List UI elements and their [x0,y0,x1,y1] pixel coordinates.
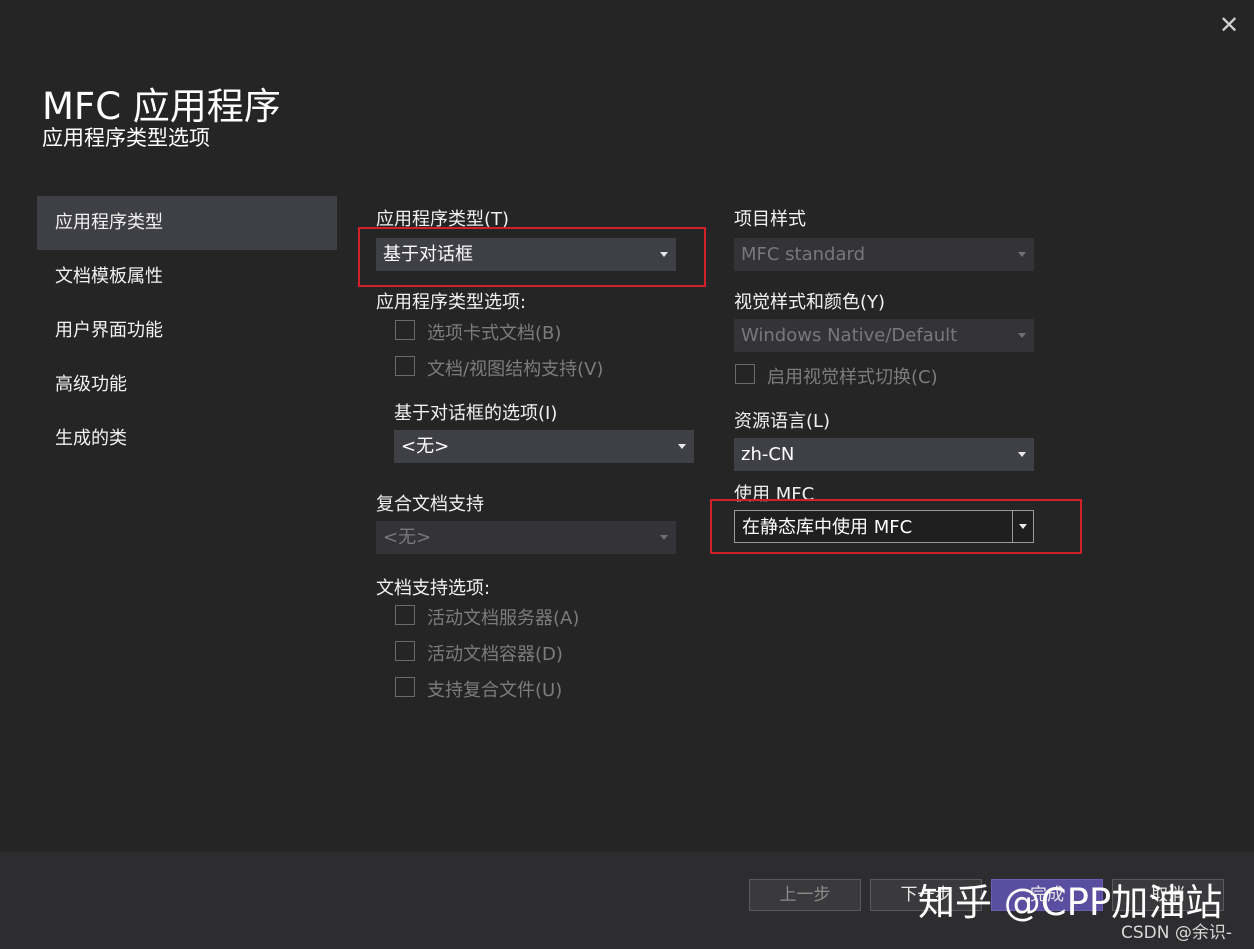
chevron-down-icon [1018,452,1026,457]
nav-item-doc-template[interactable]: 文档模板属性 [37,250,337,304]
chevron-down-icon [678,444,686,449]
chevron-down-icon [1018,333,1026,338]
nav-item-generated-classes[interactable]: 生成的类 [37,412,337,466]
checkbox-label: 活动文档容器(D) [427,644,563,665]
checkbox-label: 文档/视图结构支持(V) [427,359,604,380]
checkbox-box[interactable] [735,364,755,384]
checkbox-label: 启用视觉样式切换(C) [767,367,938,388]
chevron-down-icon [660,535,668,540]
resource-lang-label: 资源语言(L) [734,411,831,432]
compound-doc-value: <无> [383,527,432,548]
dialog-options-label: 基于对话框的选项(I) [394,403,558,424]
nav-item-app-type[interactable]: 应用程序类型 [37,196,337,250]
use-mfc-value: 在静态库中使用 MFC [742,517,913,538]
dialog-options-select[interactable]: <无> [394,430,694,463]
app-type-select[interactable]: 基于对话框 [376,238,676,271]
resource-lang-select[interactable]: zh-CN [734,438,1034,471]
doc-support-label: 文档支持选项: [376,578,491,599]
project-style-select: MFC standard [734,238,1034,271]
close-icon[interactable]: ✕ [1212,10,1246,40]
dialog-subtitle: 应用程序类型选项 [42,126,210,150]
chevron-down-icon [1018,252,1026,257]
chevron-down-icon [1019,524,1027,529]
dialog-options-value: <无> [401,436,450,457]
back-button[interactable]: 上一步 [749,879,861,911]
checkbox-label: 活动文档服务器(A) [427,608,580,629]
app-type-value: 基于对话框 [383,244,473,265]
resource-lang-value: zh-CN [741,444,795,465]
visual-style-select: Windows Native/Default [734,319,1034,352]
checkbox-box[interactable] [395,641,415,661]
checkbox-box[interactable] [395,605,415,625]
app-type-label: 应用程序类型(T) [376,209,510,230]
compound-doc-select: <无> [376,521,676,554]
checkbox-box[interactable] [395,356,415,376]
nav-item-advanced[interactable]: 高级功能 [37,358,337,412]
visual-style-label: 视觉样式和颜色(Y) [734,292,886,313]
app-type-options-label: 应用程序类型选项: [376,292,527,313]
use-mfc-label: 使用 MFC [734,484,815,505]
checkbox-box[interactable] [395,677,415,697]
chevron-down-icon [660,252,668,257]
visual-style-value: Windows Native/Default [741,325,958,346]
project-style-value: MFC standard [741,244,866,265]
checkbox-label: 支持复合文件(U) [427,680,563,701]
checkbox-box[interactable] [395,320,415,340]
credit-text: CSDN @余识- [1121,923,1233,943]
project-style-label: 项目样式 [734,209,806,230]
use-mfc-select[interactable]: 在静态库中使用 MFC [734,510,1034,543]
nav-item-ui-features[interactable]: 用户界面功能 [37,304,337,358]
compound-doc-label: 复合文档支持 [376,494,484,515]
checkbox-label: 选项卡式文档(B) [427,323,562,344]
